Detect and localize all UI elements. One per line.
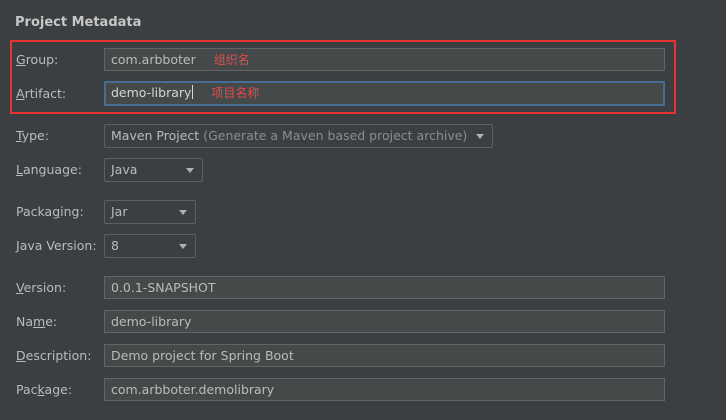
java-version-dropdown[interactable]: 8 [104,234,196,258]
artifact-field[interactable]: demo-library 项目名称 [104,81,665,106]
chevron-down-icon [179,244,187,249]
package-field[interactable]: com.arbboter.demolibrary [104,378,665,401]
artifact-value: demo-library [111,85,192,100]
name-value: demo-library [111,314,192,329]
package-value: com.arbboter.demolibrary [111,382,275,397]
language-value: Java [111,162,138,177]
packaging-dropdown[interactable]: Jar [104,200,196,224]
java-version-label: Java Version: [16,238,97,253]
type-value: Maven Project [111,128,200,143]
name-field[interactable]: demo-library [104,310,665,333]
group-value: com.arbboter [111,52,196,67]
group-label: Group: [16,52,59,67]
description-field[interactable]: Demo project for Spring Boot [104,344,665,367]
artifact-annotation: 项目名称 [211,86,260,100]
description-label: Description: [16,348,92,363]
chevron-down-icon [179,210,187,215]
section-title: Project Metadata [15,15,142,30]
artifact-label: Artifact: [16,86,67,101]
name-label: Name: [16,314,58,329]
package-label: Package: [16,382,73,397]
language-label: Language: [16,162,82,177]
version-label: Version: [16,280,67,295]
packaging-value: Jar [111,204,128,219]
language-dropdown[interactable]: Java [104,158,203,182]
version-value: 0.0.1-SNAPSHOT [111,280,216,295]
type-dropdown[interactable]: Maven Project (Generate a Maven based pr… [104,124,493,148]
chevron-down-icon [476,134,484,139]
chevron-down-icon [186,168,194,173]
version-field[interactable]: 0.0.1-SNAPSHOT [104,276,665,299]
packaging-label: Packaging: [16,204,84,219]
group-field[interactable]: com.arbboter 组织名 [104,48,665,71]
text-cursor [192,85,194,99]
type-label: Type: [16,128,49,143]
group-annotation: 组织名 [213,53,250,67]
type-hint: (Generate a Maven based project archive) [203,128,468,143]
java-version-value: 8 [111,238,119,253]
description-value: Demo project for Spring Boot [111,348,294,363]
